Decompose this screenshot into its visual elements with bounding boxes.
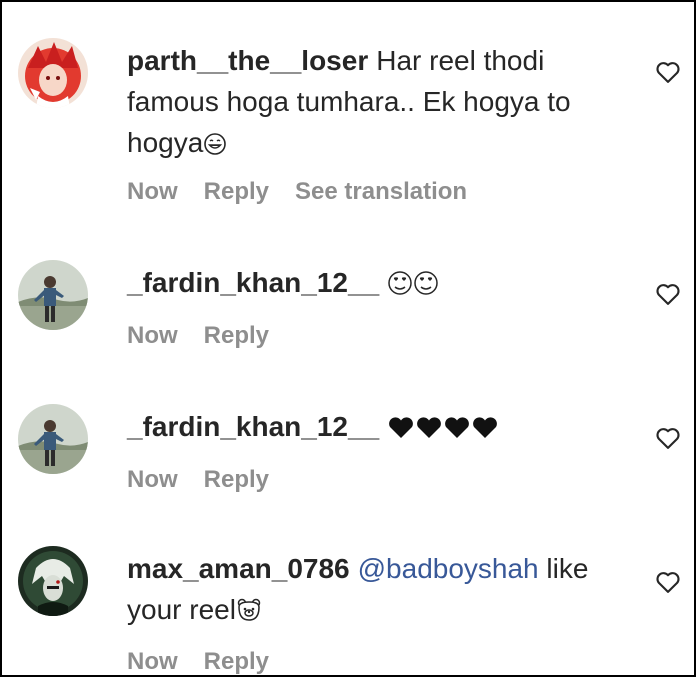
comment-body: max_aman_0786 @badboyshah like your reel [127, 548, 627, 630]
comment-body: _fardin_khan_12__ [127, 406, 627, 447]
comment-time: Now [127, 648, 178, 675]
comment-actions: Now Reply [127, 466, 295, 494]
comment-actions: Now Reply [127, 322, 295, 350]
reply-button[interactable]: Reply [204, 648, 269, 675]
comment-time: Now [127, 178, 178, 205]
avatar[interactable] [18, 404, 88, 474]
comment-body: _fardin_khan_12__ [127, 262, 627, 303]
avatar[interactable] [18, 38, 88, 108]
black-heart-icon [387, 416, 499, 440]
avatar[interactable] [18, 546, 88, 616]
mention-link[interactable]: @badboyshah [358, 553, 539, 584]
comment-actions: Now Reply See translation [127, 178, 493, 206]
like-heart-icon[interactable] [654, 58, 682, 86]
heart-eyes-face-icon [387, 270, 439, 296]
reply-button[interactable]: Reply [204, 322, 269, 349]
like-heart-icon[interactable] [654, 568, 682, 596]
comment-username[interactable]: max_aman_0786 [127, 553, 350, 584]
like-heart-icon[interactable] [654, 424, 682, 452]
reply-button[interactable]: Reply [204, 466, 269, 493]
comment-time: Now [127, 466, 178, 493]
like-heart-icon[interactable] [654, 280, 682, 308]
bear-face-icon [236, 597, 262, 623]
comment-username[interactable]: parth__the__loser [127, 45, 368, 76]
comment-actions: Now Reply [127, 648, 295, 675]
comments-panel: parth__the__loser Har reel thodi famous h… [0, 0, 696, 677]
comment-time: Now [127, 322, 178, 349]
avatar[interactable] [18, 260, 88, 330]
see-translation-button[interactable]: See translation [295, 178, 467, 205]
comment-body: parth__the__loser Har reel thodi famous h… [127, 40, 627, 163]
comment-username[interactable]: _fardin_khan_12__ [127, 411, 379, 442]
smiling-face-icon [203, 132, 227, 156]
comment-username[interactable]: _fardin_khan_12__ [127, 267, 379, 298]
reply-button[interactable]: Reply [204, 178, 269, 205]
